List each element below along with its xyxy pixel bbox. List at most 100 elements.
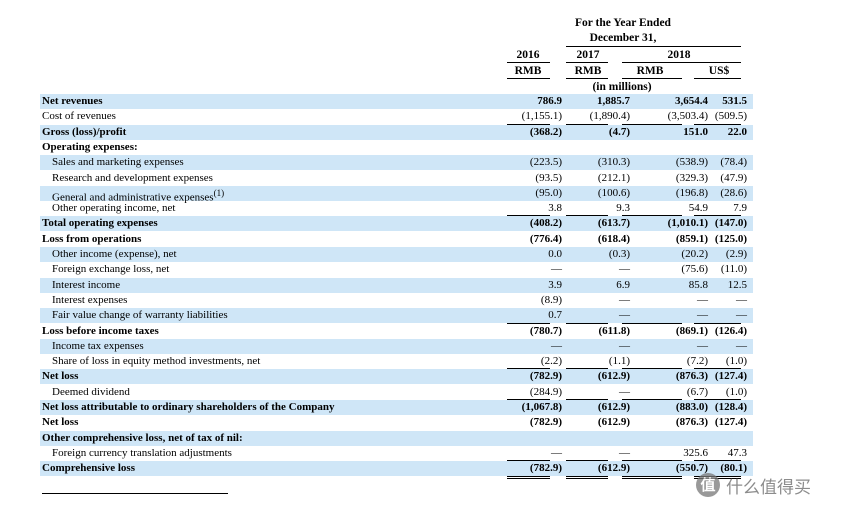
value-2018-rmb: 85.8 [688, 278, 708, 291]
value-2018-rmb: 3,654.4 [675, 95, 708, 107]
row-label: Sales and marketing expenses [52, 155, 184, 170]
value-2018-usd: (28.6) [720, 186, 747, 199]
subtotal-rule [507, 123, 550, 125]
value-2018-usd: 531.5 [722, 95, 747, 107]
value-2018-rmb: (859.1) [675, 232, 708, 245]
value-2016-rmb: (782.9) [529, 416, 562, 429]
value-2018-usd: (1.0) [725, 385, 747, 398]
row-label: Research and development expenses [52, 171, 213, 186]
subtotal-rule [566, 322, 608, 324]
subtotal-rule [694, 215, 741, 217]
value-2018-rmb: 325.6 [683, 446, 708, 459]
value-2016-rmb: (1,155.1) [521, 110, 562, 123]
row-label: Loss from operations [42, 232, 141, 247]
currency-rmb-2016: RMB [514, 65, 542, 77]
row-label-text: Total operating expenses [42, 217, 158, 230]
row-label-text: Net loss attributable to ordinary shareh… [42, 401, 335, 413]
subtotal-rule [507, 399, 550, 400]
subtotal-rule [566, 215, 608, 217]
value-2016-rmb: (782.9) [529, 370, 562, 383]
row-label: Foreign currency translation adjustments [52, 446, 232, 461]
row-label-text: Fair value change of warranty liabilitie… [52, 309, 228, 322]
value-2018-rmb: (3,503.4) [667, 110, 708, 123]
footnote-rule [42, 493, 228, 494]
value-2018-rmb: (6.7) [686, 385, 708, 398]
value-2018-rmb: (550.7) [675, 462, 708, 475]
currency-underline-2016 [507, 78, 550, 79]
value-2016-rmb: (93.5) [535, 171, 562, 184]
value-2018-usd: 22.0 [727, 125, 747, 138]
table-row: Other income (expense), net 0.0 (0.3) (20.2… [40, 247, 753, 262]
row-label: Income tax expenses [52, 339, 144, 354]
period-heading: For the Year Ended [575, 17, 671, 29]
table-row: Fair value change of warranty liabilitie… [40, 308, 753, 324]
currency-underline-usd-2018 [694, 78, 741, 79]
row-label: Cost of revenues [42, 109, 116, 124]
row-label-text: Foreign currency translation adjustments [52, 446, 232, 459]
subtotal-rule [694, 399, 741, 400]
row-label-text: Gross (loss)/profit [42, 125, 127, 138]
value-2018-usd: — [736, 293, 747, 306]
row-label-text: Cost of revenues [42, 110, 116, 123]
value-2018-rmb: (75.6) [681, 263, 708, 276]
value-2018-rmb: — [697, 293, 708, 306]
subtotal-rule [566, 368, 608, 370]
row-label-text: Comprehensive loss [42, 462, 135, 475]
row-label-text: Net revenues [42, 95, 103, 107]
subtotal-rule [694, 368, 741, 370]
value-2018-rmb: (876.3) [675, 416, 708, 429]
row-label-text: Other comprehensive loss, net of tax of … [42, 431, 243, 444]
row-label-text: Foreign exchange loss, net [52, 263, 170, 276]
value-2018-usd: — [736, 339, 747, 352]
currency-rmb-2017: RMB [574, 65, 602, 77]
subtotal-rule [507, 460, 550, 462]
value-2016-rmb: (284.9) [529, 385, 562, 398]
subtotal-rule [566, 123, 608, 125]
value-2016-rmb: 3.9 [548, 278, 562, 291]
unit-heading: (in millions) [592, 81, 652, 93]
row-label-text: Interest income [52, 278, 121, 291]
value-2018-rmb: (329.3) [675, 171, 708, 184]
subtotal-rule [507, 368, 550, 370]
row-label: Gross (loss)/profit [42, 125, 126, 140]
table-row: Net loss attributable to ordinary shareh… [40, 400, 753, 415]
table-row: Interest income 3.9 6.9 85.8 12.5 [40, 277, 753, 293]
row-label: Net loss attributable to ordinary shareh… [42, 400, 335, 415]
subtotal-rule [622, 123, 682, 125]
watermark-logo-icon: 值 [696, 473, 720, 497]
row-label-text: Other income (expense), net [52, 248, 177, 260]
subtotal-rule [622, 322, 682, 324]
row-label-text: Interest expenses [52, 293, 128, 306]
row-label: Foreign exchange loss, net [52, 262, 169, 277]
year-underline-2016 [507, 62, 550, 63]
row-label: Net loss [42, 369, 78, 384]
value-2018-usd: (2.9) [725, 248, 747, 260]
row-label-text: Loss from operations [42, 232, 142, 245]
row-label: Interest expenses [52, 293, 127, 308]
table-row: Share of loss in equity method investmen… [40, 354, 753, 369]
total-double-rule [622, 475, 682, 479]
value-2018-rmb: — [697, 309, 708, 322]
row-label-text: Research and development expenses [52, 171, 213, 184]
value-2016-rmb: (1,067.8) [521, 401, 562, 413]
value-2018-rmb: (1,010.1) [667, 217, 708, 230]
subtotal-rule [507, 322, 550, 324]
year-2016: 2016 [516, 49, 540, 61]
row-label-text: Loss before income taxes [42, 324, 159, 337]
currency-rmb-2018: RMB [636, 65, 664, 77]
value-2018-usd: (509.5) [714, 110, 747, 123]
table-row: Foreign currency translation adjustments… [40, 446, 753, 461]
value-2018-usd: 47.3 [727, 446, 747, 459]
table-row: Net loss (782.9) (612.9) (876.3) (127.4) [40, 369, 753, 385]
row-label: Share of loss in equity method investmen… [52, 354, 260, 369]
value-2018-usd: (1.0) [725, 355, 747, 368]
currency-usd-2018: US$ [708, 65, 730, 77]
value-2018-usd: 12.5 [727, 278, 747, 291]
subtotal-rule [622, 399, 682, 400]
row-label-text: Net loss [42, 416, 79, 429]
table-row: Net revenues 786.9 1,885.7 3,654.4 531.5 [40, 94, 753, 109]
table-row: Income tax expenses — — — — [40, 338, 753, 354]
table-row: Research and development expenses (93.5) (… [40, 171, 753, 186]
value-2016-rmb: (368.2) [529, 125, 562, 138]
table-row: Gross (loss)/profit (368.2) (4.7) 151.0 22.0 [40, 124, 753, 140]
